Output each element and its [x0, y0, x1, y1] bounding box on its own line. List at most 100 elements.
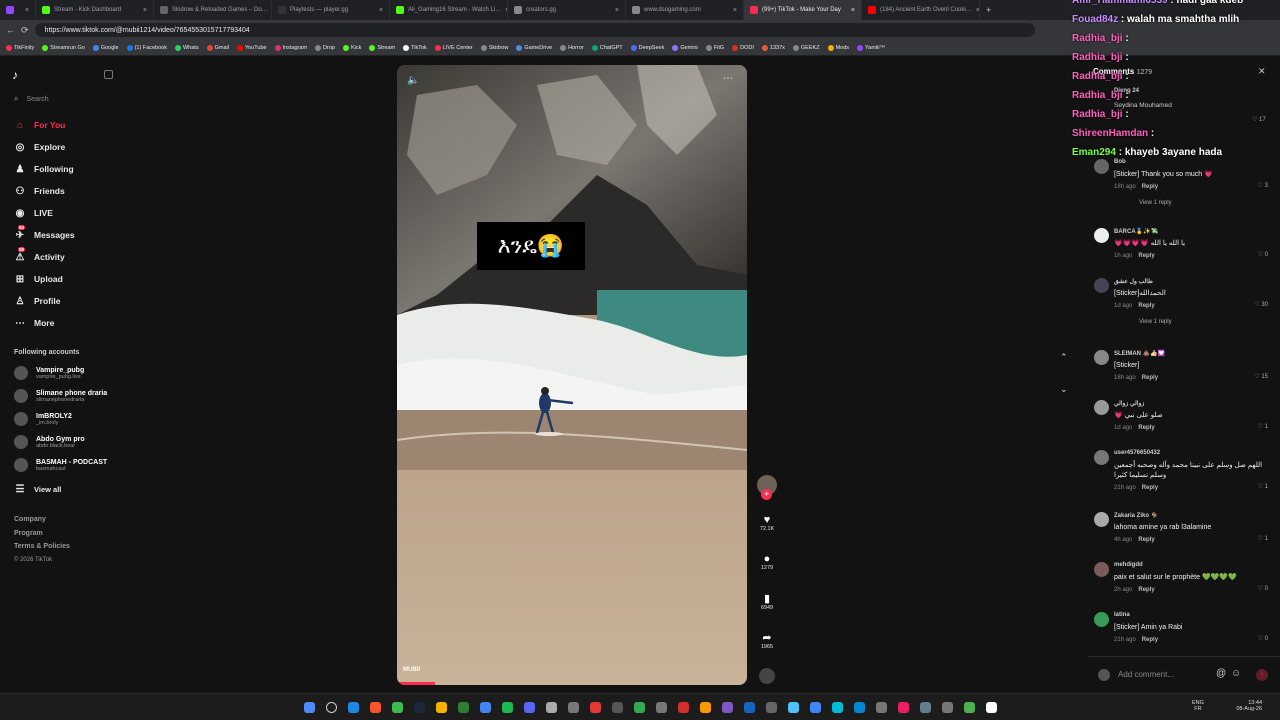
clock[interactable]: 13:44 08-Aug-26	[1222, 700, 1262, 712]
taskbar-app-icon[interactable]	[920, 702, 931, 713]
more-options-icon[interactable]: ⋯	[723, 73, 733, 84]
avatar[interactable]	[1094, 159, 1109, 174]
taskbar-app-icon[interactable]	[700, 702, 711, 713]
taskbar-app-icon[interactable]	[964, 702, 975, 713]
taskbar-app-icon[interactable]	[898, 702, 909, 713]
sidebar-item-upload[interactable]: ⊞ Upload	[14, 273, 63, 285]
sidebar-item-more[interactable]: ⋯ More	[14, 317, 54, 329]
avatar[interactable]	[1094, 228, 1109, 243]
bookmark-item[interactable]: Gemini	[672, 44, 698, 51]
taskbar-app-icon[interactable]	[678, 702, 689, 713]
browser-tab[interactable]: www.dsogaming.com ×	[626, 0, 744, 20]
taskbar-app-icon[interactable]	[788, 702, 799, 713]
taskbar-app-icon[interactable]	[986, 702, 997, 713]
comment-username[interactable]: BARCA🥇✨💸	[1114, 228, 1158, 235]
taskbar-app-icon[interactable]	[612, 702, 623, 713]
new-tab-icon[interactable]: +	[986, 5, 991, 15]
bookmark-item[interactable]: ChatGPT	[591, 44, 623, 51]
tab-close-icon[interactable]: ×	[851, 7, 855, 14]
search-bar[interactable]: ⌕ Search	[14, 94, 49, 104]
taskbar-app-icon[interactable]	[854, 702, 865, 713]
tab-close-icon[interactable]: ×	[25, 7, 29, 14]
bookmark-item[interactable]: Drop	[315, 44, 335, 51]
taskbar-app-icon[interactable]	[568, 702, 579, 713]
bookmark-item[interactable]: TikTok	[403, 44, 427, 51]
taskbar-app-icon[interactable]	[392, 702, 403, 713]
taskbar-app-icon[interactable]	[546, 702, 557, 713]
sidebar-item-explore[interactable]: ◎ Explore	[14, 141, 66, 153]
reply-button[interactable]: Reply	[1138, 537, 1154, 543]
taskbar-app-icon[interactable]	[436, 702, 447, 713]
following-account[interactable]: BASMAH - PODCAST basmahcast	[14, 458, 107, 472]
comment-username[interactable]: latina	[1114, 612, 1130, 618]
taskbar-app-icon[interactable]	[502, 702, 513, 713]
comment-like-button[interactable]: ♡ 3	[1258, 182, 1268, 189]
taskbar-app-icon[interactable]	[942, 702, 953, 713]
tab-close-icon[interactable]: ×	[733, 7, 737, 14]
taskbar-app-icon[interactable]	[722, 702, 733, 713]
search-icon[interactable]	[326, 702, 337, 713]
close-icon[interactable]: ✕	[1258, 66, 1266, 77]
following-account[interactable]: Abdo Gym pro abdo.black.bear	[14, 435, 85, 449]
taskbar-app-icon[interactable]	[810, 702, 821, 713]
mute-icon[interactable]: 🔈	[407, 75, 419, 86]
comment-like-button[interactable]: ♡ 0	[1258, 585, 1268, 592]
view-replies-link[interactable]: View 1 reply	[1139, 200, 1172, 206]
comment-username[interactable]: طالب ول عشق	[1114, 278, 1153, 285]
tab-close-icon[interactable]: ×	[379, 7, 383, 14]
bookmark-item[interactable]: GEEKZ	[792, 44, 820, 51]
browser-tab[interactable]: (99+) TikTok - Make Your Day ×	[744, 0, 862, 20]
avatar[interactable]	[1094, 612, 1109, 627]
video-player[interactable]: 🔈 ⋯ እንዴ😭 MUBII	[397, 65, 747, 685]
bookmark-item[interactable]: Mods	[827, 44, 849, 51]
bookmark-item[interactable]: Kick	[342, 44, 361, 51]
comment-like-button[interactable]: ♡ 0	[1258, 251, 1268, 258]
sidebar-item-following[interactable]: ♟ Following	[14, 163, 74, 175]
sidebar-item-live[interactable]: ◉ LIVE	[14, 207, 53, 219]
taskbar-app-icon[interactable]	[524, 702, 535, 713]
comment-like-button[interactable]: ♡ 1	[1258, 535, 1268, 542]
bookmark-item[interactable]: DODI	[732, 44, 754, 51]
avatar[interactable]	[1094, 450, 1109, 465]
sidebar-item-profile[interactable]: ♙ Profile	[14, 295, 61, 307]
browser-tab[interactable]: Skidrow & Reloaded Games – Do…×	[154, 0, 272, 20]
bookmark-item[interactable]: Google	[92, 44, 119, 51]
bookmark-item[interactable]: Yamili™	[857, 44, 885, 51]
browser-tab[interactable]: (184) Ancient Earth Overil Cooki… ×	[862, 0, 980, 20]
taskbar-app-icon[interactable]	[348, 702, 359, 713]
comment-like-count[interactable]: ♡ 17	[1252, 116, 1266, 123]
collapse-sidebar-icon[interactable]	[104, 70, 113, 79]
comment-like-button[interactable]: ♡ 1	[1258, 423, 1268, 430]
share-button[interactable]: ➦ 1965	[756, 631, 778, 650]
avatar[interactable]	[1094, 350, 1109, 365]
bookmark-item[interactable]: Skidrow	[480, 44, 508, 51]
comment-username[interactable]: user4576650432	[1114, 450, 1160, 456]
reply-button[interactable]: Reply	[1138, 587, 1154, 593]
reply-button[interactable]: Reply	[1138, 303, 1154, 309]
reload-icon[interactable]: ⟳	[21, 25, 29, 36]
video-progress-bar[interactable]	[397, 682, 435, 685]
following-account[interactable]: ImBROLY2 _im.broly	[14, 412, 72, 426]
comment-username[interactable]: SLEIMAN 💩👍🏻💟	[1114, 350, 1165, 357]
bookmark-item[interactable]: Whats	[174, 44, 199, 51]
view-replies-link[interactable]: View 1 reply	[1139, 319, 1172, 325]
view-all-link[interactable]: ☰ View all	[14, 483, 62, 495]
reply-button[interactable]: Reply	[1138, 253, 1154, 259]
sidebar-item-activity[interactable]: ⚠ Activity 99	[14, 247, 65, 263]
bookmark-item[interactable]: Gmail	[206, 44, 229, 51]
bookmark-item[interactable]: Instagram	[274, 44, 307, 51]
add-comment-input[interactable]: Add comment...	[1118, 670, 1174, 679]
previous-video-icon[interactable]: ⌃	[1060, 352, 1068, 363]
bookmark-item[interactable]: YouTube	[236, 44, 267, 51]
bookmark-item[interactable]: GameDrive	[516, 44, 552, 51]
avatar[interactable]	[1094, 512, 1109, 527]
reply-button[interactable]: Reply	[1142, 375, 1158, 381]
avatar[interactable]	[1094, 278, 1109, 293]
taskbar-app-icon[interactable]	[634, 702, 645, 713]
reply-button[interactable]: Reply	[1142, 637, 1158, 643]
tiktok-logo-icon[interactable]: ♪	[12, 68, 26, 82]
bookmark-item[interactable]: DeepSeek	[630, 44, 664, 51]
bookmark-item[interactable]: Streamrun Go	[42, 44, 85, 51]
taskbar-app-icon[interactable]	[458, 702, 469, 713]
taskbar-app-icon[interactable]	[744, 702, 755, 713]
